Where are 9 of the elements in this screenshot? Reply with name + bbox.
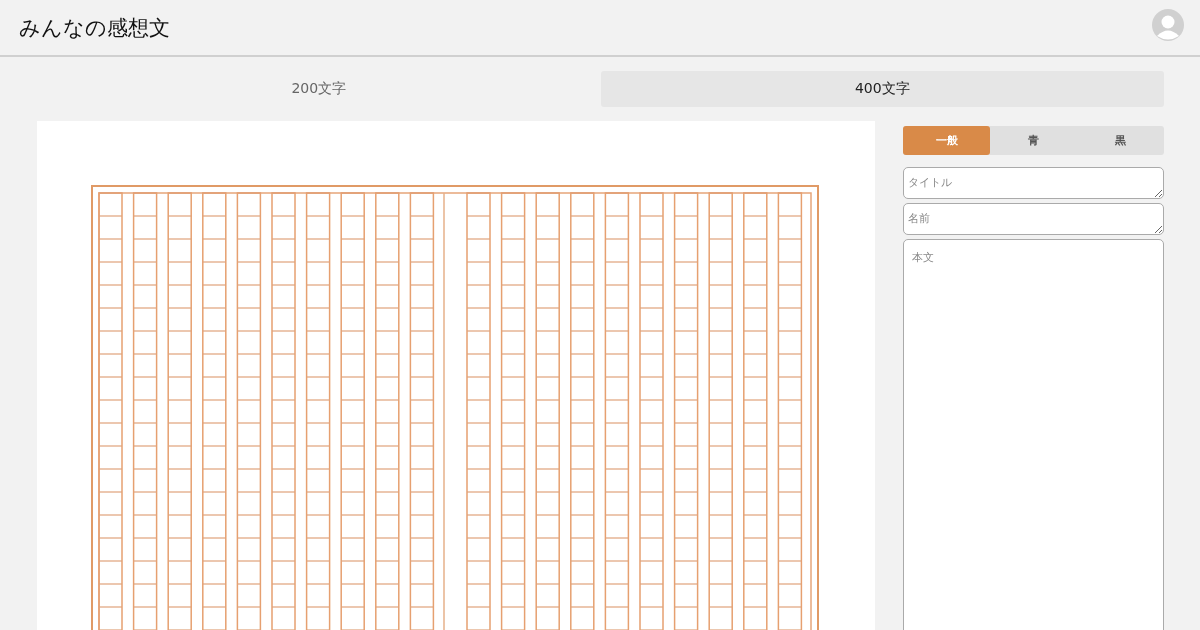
paper-color-tab[interactable]: 黒 (1077, 126, 1164, 155)
text-field[interactable]: タイトル (903, 167, 1164, 199)
text-field[interactable]: 名前 (903, 203, 1164, 235)
length-tab[interactable]: 200文字 (37, 71, 601, 107)
body-text-field[interactable]: 本文 (903, 239, 1164, 630)
length-tab[interactable]: 400文字 (600, 71, 1164, 107)
paper-color-tab[interactable]: 青 (990, 126, 1077, 155)
site-title: みんなの感想文 (19, 14, 170, 42)
avatar-icon[interactable] (1152, 8, 1184, 41)
